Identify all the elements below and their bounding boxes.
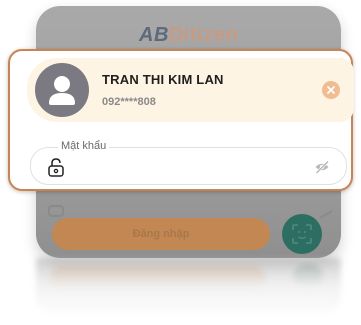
password-input[interactable] bbox=[77, 156, 307, 178]
account-login-card: TRAN THI KIM LAN 092****808 Mật khẩu bbox=[8, 49, 354, 191]
user-phone: 092****808 bbox=[102, 96, 156, 108]
logo-prefix: AB bbox=[139, 24, 169, 46]
avatar bbox=[35, 63, 89, 117]
login-screen: ABDitizen Đăng nhập TRAN THI KIM LAN 092… bbox=[0, 0, 361, 325]
close-icon bbox=[327, 86, 335, 94]
password-label: Mật khẩu bbox=[58, 140, 110, 152]
eye-off-icon[interactable] bbox=[314, 159, 330, 175]
dim-option-icon bbox=[315, 203, 333, 219]
person-icon bbox=[49, 76, 75, 105]
app-logo: ABDitizen bbox=[36, 24, 341, 47]
face-scan-icon bbox=[292, 224, 312, 244]
panel-reflection bbox=[36, 258, 341, 318]
login-button[interactable]: Đăng nhập bbox=[52, 218, 270, 250]
user-name: TRAN THI KIM LAN bbox=[102, 72, 224, 87]
reflection-shape bbox=[293, 264, 323, 288]
logo-suffix: Ditizen bbox=[168, 24, 238, 46]
saved-account-card[interactable]: TRAN THI KIM LAN 092****808 bbox=[27, 58, 354, 122]
dim-option-icon bbox=[48, 205, 64, 217]
lock-icon bbox=[48, 158, 64, 177]
password-field[interactable]: Mật khẩu bbox=[30, 140, 347, 185]
face-id-button[interactable] bbox=[282, 214, 322, 254]
remove-account-button[interactable] bbox=[322, 81, 340, 99]
reflection-shape bbox=[50, 266, 266, 290]
